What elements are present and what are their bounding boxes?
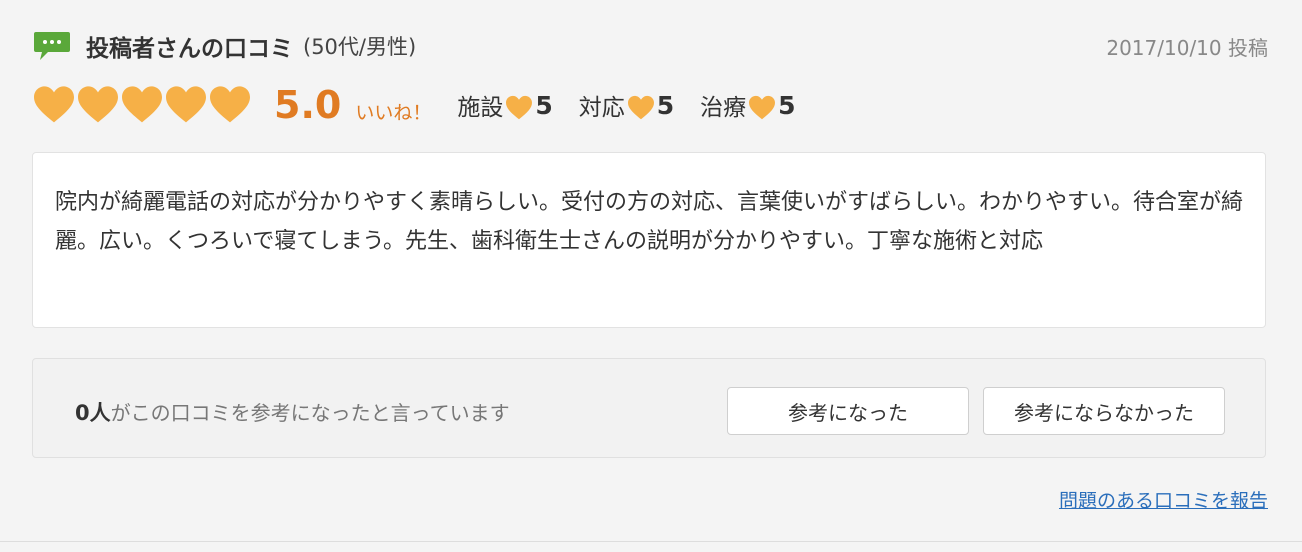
sub-rating-label: 施設 bbox=[457, 95, 504, 121]
rating-score: 5.0 bbox=[274, 83, 342, 127]
sub-rating-facility: 施設 5 bbox=[457, 88, 552, 122]
helpful-text: 0人がこの口コミを参考になったと言っています bbox=[75, 397, 510, 427]
report-review-link[interactable]: 問題のある口コミを報告 bbox=[1059, 486, 1268, 513]
iine-label: いいね！ bbox=[355, 101, 432, 124]
heart-icon bbox=[506, 95, 533, 120]
helpful-count: 0人 bbox=[75, 401, 111, 425]
reviewer-title: 投稿者さんの口コミ bbox=[86, 36, 293, 62]
heart-icon bbox=[210, 86, 250, 123]
review-header: 投稿者さんの口コミ (50代/男性) 2017/10/10 投稿 bbox=[32, 26, 1268, 66]
rating-row: 5.0 いいね！ 施設 5 対応 5 治療 5 bbox=[32, 80, 796, 130]
sub-rating-label: 治療 bbox=[700, 95, 747, 121]
heart-icon bbox=[122, 86, 162, 123]
helpful-message: がこの口コミを参考になったと言っています bbox=[110, 401, 510, 425]
helpful-yes-button[interactable]: 参考になった bbox=[727, 387, 969, 435]
heart-icon bbox=[749, 95, 776, 120]
heart-icon bbox=[34, 86, 74, 123]
helpful-no-button[interactable]: 参考にならなかった bbox=[983, 387, 1225, 435]
divider bbox=[0, 541, 1302, 542]
review-text-box: 院内が綺麗電話の対応が分かりやすく素晴らしい。受付の方の対応、言葉使いがすばらし… bbox=[32, 152, 1266, 328]
heart-icon bbox=[78, 86, 118, 123]
review-text: 院内が綺麗電話の対応が分かりやすく素晴らしい。受付の方の対応、言葉使いがすばらし… bbox=[55, 190, 1244, 254]
heart-rating bbox=[32, 85, 252, 125]
chat-bubble-icon bbox=[34, 32, 70, 60]
post-date: 2017/10/10 投稿 bbox=[1106, 35, 1268, 60]
sub-rating-label: 対応 bbox=[578, 95, 625, 121]
sub-rating-treatment: 治療 5 bbox=[700, 88, 795, 122]
reviewer-meta: (50代/男性) bbox=[303, 35, 417, 59]
sub-rating-value: 5 bbox=[656, 90, 675, 120]
sub-rating-value: 5 bbox=[778, 90, 796, 120]
sub-rating-value: 5 bbox=[535, 90, 553, 120]
sub-rating-service: 対応 5 bbox=[579, 88, 674, 122]
heart-icon bbox=[166, 86, 206, 123]
heart-icon bbox=[627, 95, 654, 120]
helpful-box: 0人がこの口コミを参考になったと言っています 参考になった 参考にならなかった bbox=[32, 358, 1266, 458]
